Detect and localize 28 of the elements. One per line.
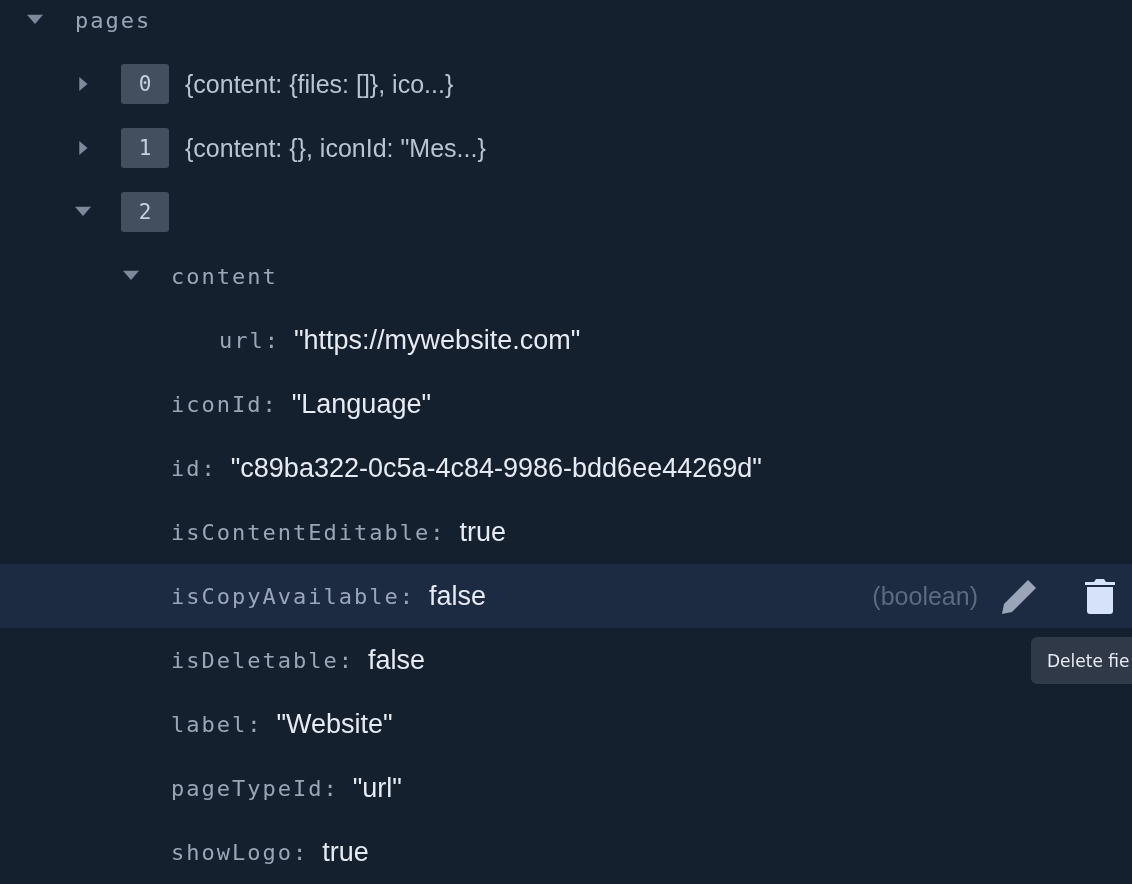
field-key: url:: [219, 327, 280, 353]
field-key: content: [171, 263, 278, 289]
tooltip: Delete fie: [1031, 637, 1132, 684]
field-value: "Language": [291, 388, 432, 420]
field-value: "Website": [276, 708, 393, 740]
object-preview: {content: {}, iconId: "Mes...}: [185, 133, 486, 163]
index-badge: 2: [121, 192, 169, 232]
field-value: true: [459, 516, 506, 548]
trash-icon[interactable]: [1085, 578, 1115, 614]
field-value: "c89ba322-0c5a-4c84-9986-bdd6ee44269d": [230, 452, 762, 484]
field-key: iconId:: [171, 391, 278, 417]
field-value: false: [367, 644, 425, 676]
field-value: true: [322, 836, 369, 868]
field-key: id:: [171, 455, 217, 481]
type-hint: (boolean): [872, 581, 978, 611]
field-key: showLogo:: [171, 839, 309, 865]
field-key: isCopyAvailable:: [171, 583, 415, 609]
index-badge: 1: [121, 128, 169, 168]
index-badge: 0: [121, 64, 169, 104]
object-preview: {content: {files: []}, ico...}: [185, 69, 454, 99]
field-value: "url": [352, 772, 402, 804]
field-value: "https://mywebsite.com": [294, 324, 581, 356]
field-key: pages: [75, 7, 152, 33]
field-key: isContentEditable:: [171, 519, 446, 545]
field-value: false: [428, 580, 486, 612]
field-key: label:: [171, 711, 263, 737]
field-key: pageTypeId:: [171, 775, 339, 801]
field-key: isDeletable:: [171, 647, 354, 673]
